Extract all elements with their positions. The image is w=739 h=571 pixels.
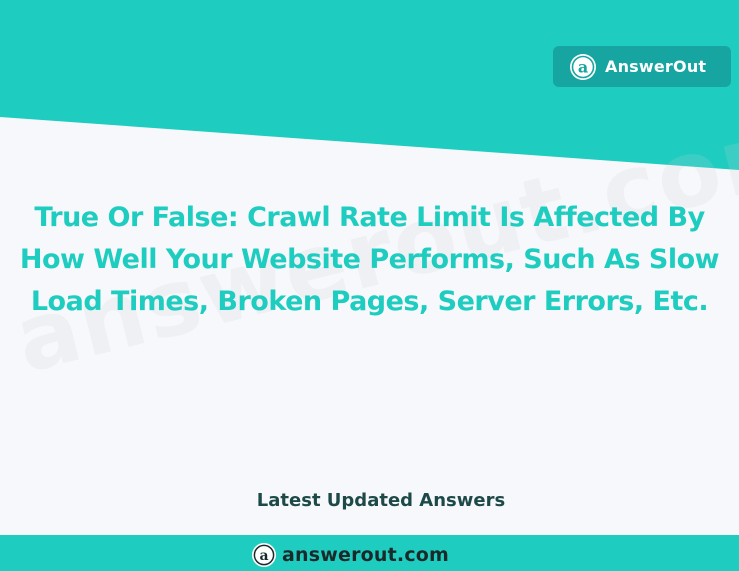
badge-label: AnswerOut (605, 57, 707, 76)
footer-brand-link[interactable]: a answerout.com (251, 541, 449, 569)
answerout-logo-badge[interactable]: a AnswerOut (553, 46, 731, 87)
svg-text:a: a (259, 548, 268, 564)
question-title: True Or False: Crawl Rate Limit Is Affec… (19, 202, 720, 317)
footer-domain: answerout.com (282, 544, 450, 566)
answerout-a-logo-icon: a (570, 53, 596, 80)
latest-answers-heading: Latest Updated Answers (256, 490, 506, 511)
answerout-a-logo-icon: a (252, 543, 276, 567)
svg-text:a: a (578, 57, 588, 76)
